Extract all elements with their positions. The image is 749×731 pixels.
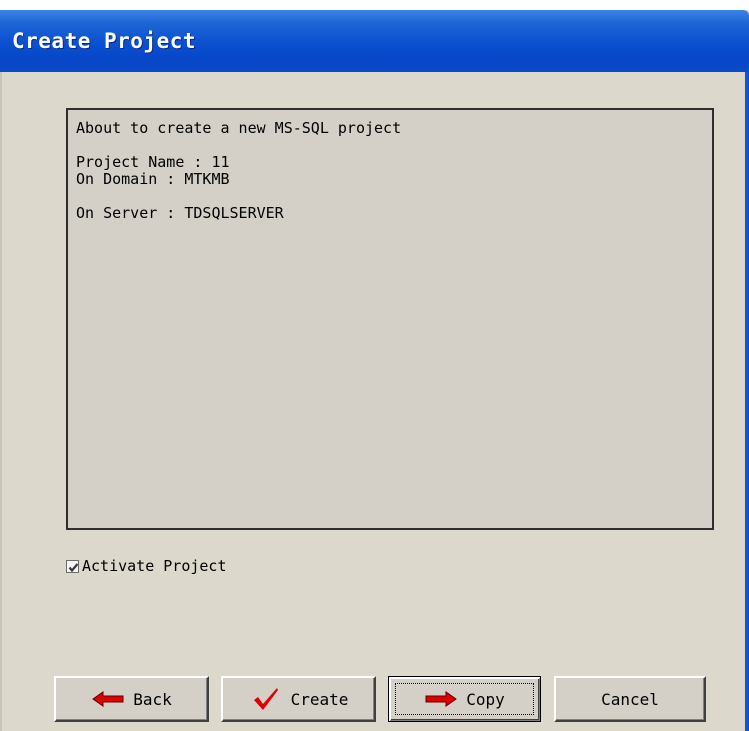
summary-intro-text: About to create a new MS-SQL project (76, 119, 402, 137)
red-right-arrow-icon (424, 691, 458, 707)
checkbox-checked-icon[interactable] (66, 559, 79, 573)
create-button-label: Create (290, 689, 349, 709)
create-project-dialog: Create Project About to create a new MS-… (0, 0, 749, 731)
summary-domain: On Domain : MTKMB (76, 170, 230, 188)
top-strip (0, 0, 749, 10)
back-button[interactable]: Back (54, 676, 209, 722)
window-left-border (0, 72, 2, 731)
activate-project-checkbox[interactable]: Activate Project (66, 555, 227, 577)
project-summary-box: About to create a new MS-SQL project Proj… (66, 108, 714, 530)
cancel-button-label: Cancel (601, 689, 659, 709)
red-checkmark-icon (249, 686, 283, 712)
dialog-title: Create Project (12, 29, 197, 53)
window-right-border (745, 72, 749, 731)
title-bar[interactable]: Create Project (0, 10, 749, 72)
copy-button-label: Copy (466, 689, 505, 709)
summary-project-name: Project Name : 11 (76, 153, 230, 171)
focus-rectangle (395, 683, 534, 715)
summary-server: On Server : TDSQLSERVER (76, 204, 284, 222)
activate-project-label: Activate Project (82, 557, 227, 575)
cancel-button[interactable]: Cancel (554, 676, 706, 722)
red-left-arrow-icon (91, 691, 125, 707)
back-button-label: Back (133, 689, 172, 709)
copy-button[interactable]: Copy (388, 676, 541, 722)
create-button[interactable]: Create (221, 676, 376, 722)
